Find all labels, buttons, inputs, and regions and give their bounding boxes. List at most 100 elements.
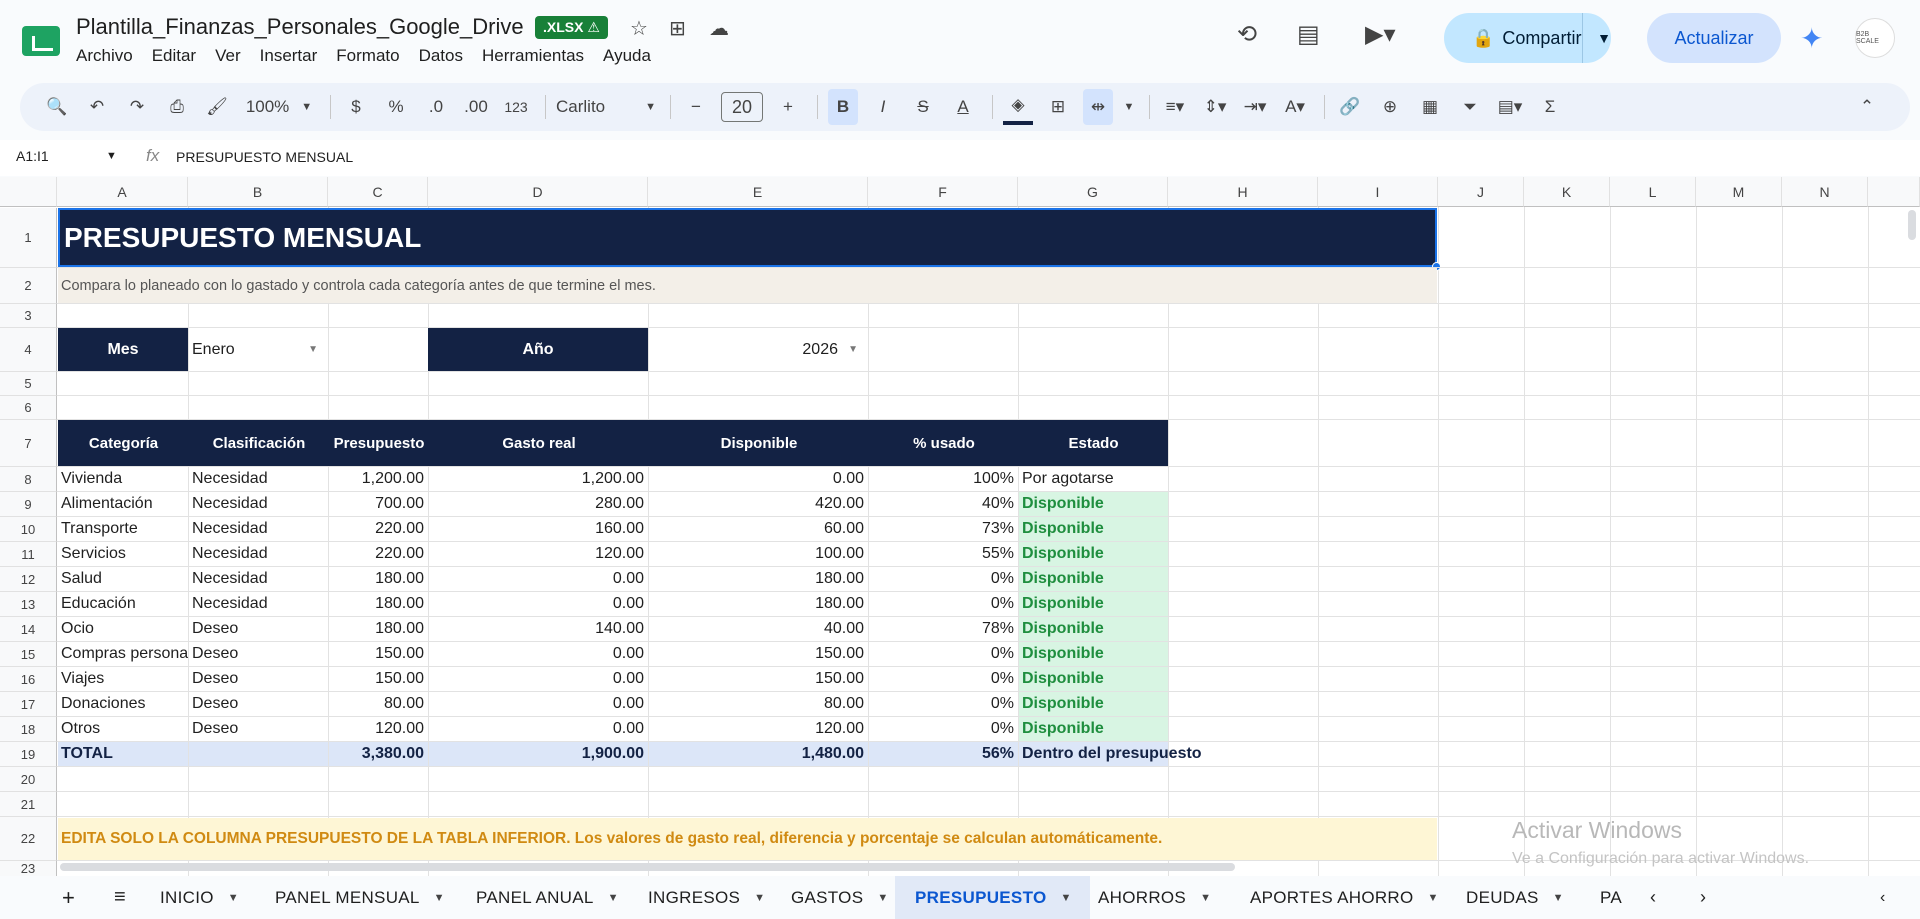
table-cell[interactable]: 40.00 <box>649 617 868 641</box>
table-cell[interactable]: 150.00 <box>329 642 428 666</box>
table-cell[interactable]: 0.00 <box>649 467 868 491</box>
table-cell[interactable]: 0.00 <box>429 567 648 591</box>
table-cell[interactable]: 0% <box>869 592 1018 616</box>
column-header-m[interactable]: M <box>1696 177 1782 207</box>
sheet-tab-aportes-ahorro[interactable]: APORTES AHORRO ▼ <box>1250 876 1439 919</box>
table-cell[interactable]: Necesidad <box>189 492 328 516</box>
table-cell[interactable]: Disponible <box>1019 517 1168 541</box>
table-cell[interactable]: Servicios <box>58 542 188 566</box>
sheet-tab-inicio[interactable]: INICIO ▼ <box>160 876 239 919</box>
vertical-scrollbar[interactable] <box>1908 210 1916 240</box>
table-cell[interactable]: 80.00 <box>649 692 868 716</box>
select-all-corner[interactable] <box>0 177 57 207</box>
text-color-icon[interactable]: A <box>948 89 978 125</box>
row-header-16[interactable]: 16 <box>0 667 57 692</box>
table-cell[interactable]: 0% <box>869 567 1018 591</box>
menu-herramientas[interactable]: Herramientas <box>482 46 584 66</box>
scroll-tabs-left-icon[interactable]: ‹ <box>1650 876 1656 919</box>
menu-ver[interactable]: Ver <box>215 46 241 66</box>
table-cell[interactable]: Necesidad <box>189 517 328 541</box>
row-header-9[interactable]: 9 <box>0 492 57 517</box>
sheet-tab-panel-mensual[interactable]: PANEL MENSUAL ▼ <box>275 876 445 919</box>
move-folder-icon[interactable]: ⊞ <box>669 16 686 41</box>
bold-icon[interactable]: B <box>828 89 858 125</box>
scroll-tabs-right-icon[interactable]: › <box>1700 876 1706 919</box>
sheet-tab-menu-icon[interactable]: ▼ <box>1060 892 1071 904</box>
insert-comment-icon[interactable]: ⊕ <box>1375 89 1405 125</box>
filter-icon[interactable]: ⏷ <box>1455 89 1485 125</box>
meet-camera-icon[interactable]: ▶▾ <box>1365 20 1396 49</box>
edit-instructions-note[interactable]: EDITA SOLO LA COLUMNA PRESUPUESTO DE LA … <box>58 818 1437 860</box>
table-cell[interactable]: 0% <box>869 642 1018 666</box>
total-row-cell[interactable]: 56% <box>869 742 1018 766</box>
table-cell[interactable]: 0.00 <box>429 667 648 691</box>
update-button[interactable]: Actualizar <box>1647 13 1781 63</box>
column-header-a[interactable]: A <box>57 177 188 207</box>
row-header-21[interactable]: 21 <box>0 792 57 817</box>
table-cell[interactable]: 700.00 <box>329 492 428 516</box>
table-cell[interactable]: 100.00 <box>649 542 868 566</box>
table-cell[interactable]: 280.00 <box>429 492 648 516</box>
sheet-tab-pa[interactable]: PA <box>1600 876 1622 919</box>
menu-ayuda[interactable]: Ayuda <box>603 46 651 66</box>
row-header-11[interactable]: 11 <box>0 542 57 567</box>
total-row-cell[interactable]: 3,380.00 <box>329 742 428 766</box>
functions-icon[interactable]: Σ <box>1535 89 1565 125</box>
sheet-tab-menu-icon[interactable]: ▼ <box>608 892 619 904</box>
text-rotation-icon[interactable]: A▾ <box>1280 89 1310 125</box>
sheet-tab-menu-icon[interactable]: ▼ <box>1428 892 1439 904</box>
table-cell[interactable]: Otros <box>58 717 188 741</box>
menu-datos[interactable]: Datos <box>419 46 463 66</box>
sheet-tab-presupuesto[interactable]: PRESUPUESTO ▼ <box>895 876 1090 919</box>
table-cell[interactable]: 1,200.00 <box>429 467 648 491</box>
add-sheet-icon[interactable]: + <box>62 876 75 919</box>
table-cell[interactable]: Disponible <box>1019 542 1168 566</box>
sheet-tab-menu-icon[interactable]: ▼ <box>1553 892 1564 904</box>
percent-format-button[interactable]: % <box>381 89 411 125</box>
row-header-1[interactable]: 1 <box>0 208 57 268</box>
column-header-b[interactable]: B <box>188 177 328 207</box>
sheet-tab-ahorros[interactable]: AHORROS ▼ <box>1098 876 1211 919</box>
column-header-l[interactable]: L <box>1610 177 1696 207</box>
table-cell[interactable]: Disponible <box>1019 667 1168 691</box>
table-cell[interactable]: 0% <box>869 692 1018 716</box>
table-cell[interactable]: 40% <box>869 492 1018 516</box>
print-icon[interactable]: ⎙ <box>162 89 192 125</box>
table-cell[interactable]: 180.00 <box>329 567 428 591</box>
table-cell[interactable]: 180.00 <box>329 592 428 616</box>
table-cell[interactable]: Necesidad <box>189 467 328 491</box>
table-cell[interactable]: Salud <box>58 567 188 591</box>
insert-chart-icon[interactable]: ▦ <box>1415 89 1445 125</box>
sheet-tab-menu-icon[interactable]: ▼ <box>877 892 888 904</box>
undo-icon[interactable]: ↶ <box>82 89 112 125</box>
share-dropdown-icon[interactable]: ▼ <box>1583 30 1611 46</box>
total-row-cell[interactable]: TOTAL <box>58 742 188 766</box>
sheet-tab-menu-icon[interactable]: ▼ <box>754 892 765 904</box>
redo-icon[interactable]: ↷ <box>122 89 152 125</box>
row-header-5[interactable]: 5 <box>0 372 57 396</box>
sheet-tab-menu-icon[interactable]: ▼ <box>1200 892 1211 904</box>
horizontal-align-icon[interactable]: ≡▾ <box>1160 89 1190 125</box>
table-view-icon[interactable]: ▤▾ <box>1495 89 1525 125</box>
font-size-input[interactable]: 20 <box>721 92 763 122</box>
row-header-18[interactable]: 18 <box>0 717 57 742</box>
table-cell[interactable]: 0.00 <box>429 692 648 716</box>
menu-insertar[interactable]: Insertar <box>260 46 318 66</box>
column-header-i[interactable]: I <box>1318 177 1438 207</box>
row-header-17[interactable]: 17 <box>0 692 57 717</box>
table-cell[interactable]: 0% <box>869 717 1018 741</box>
column-header-c[interactable]: C <box>328 177 428 207</box>
total-row-cell[interactable]: 1,480.00 <box>649 742 868 766</box>
row-header-22[interactable]: 22 <box>0 817 57 861</box>
mes-dropdown-icon[interactable]: ▼ <box>308 344 318 355</box>
row-header-4[interactable]: 4 <box>0 328 57 372</box>
row-header-14[interactable]: 14 <box>0 617 57 642</box>
table-cell[interactable]: Necesidad <box>189 542 328 566</box>
sheet-title-cell[interactable]: PRESUPUESTO MENSUAL <box>58 208 1437 267</box>
table-cell[interactable]: 0.00 <box>429 642 648 666</box>
row-header-10[interactable]: 10 <box>0 517 57 542</box>
italic-icon[interactable]: I <box>868 89 898 125</box>
sheet-tab-panel-anual[interactable]: PANEL ANUAL ▼ <box>476 876 619 919</box>
collapse-toolbar-icon[interactable]: ⌃ <box>1852 89 1882 125</box>
table-cell[interactable]: Disponible <box>1019 592 1168 616</box>
